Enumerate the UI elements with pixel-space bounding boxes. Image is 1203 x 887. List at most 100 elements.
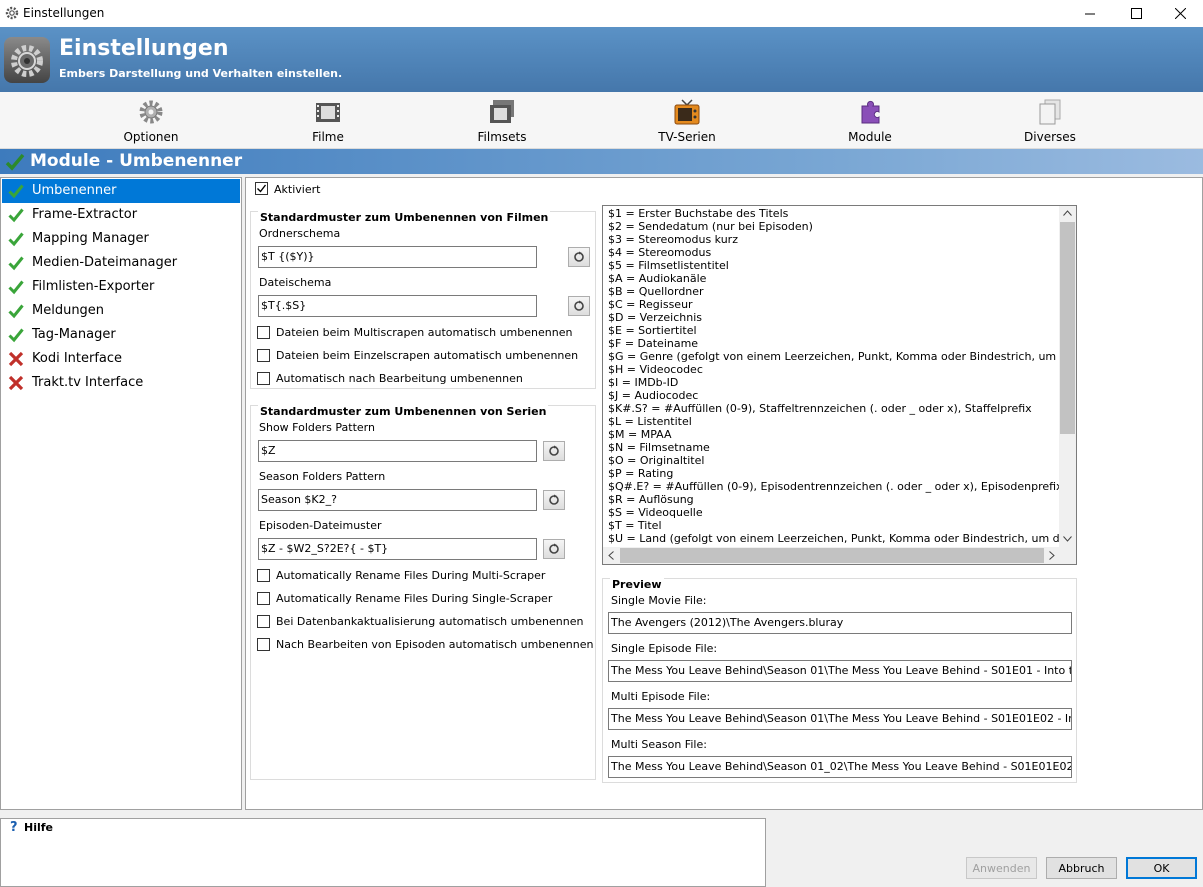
edit-rename-checkbox[interactable] <box>257 372 270 385</box>
checkmark-icon <box>8 232 24 247</box>
pattern-line: $1 = Erster Buchstabe des Titels <box>608 207 789 220</box>
enabled-checkbox[interactable] <box>255 182 268 195</box>
toolbar-label: Filme <box>312 130 344 144</box>
multiscrape-rename-checkbox[interactable] <box>257 326 270 339</box>
checkbox-label: Dateien beim Multiscrapen automatisch um… <box>276 326 573 339</box>
db-update-rename-checkbox[interactable] <box>257 615 270 628</box>
single-movie-preview: The Avengers (2012)\The Avengers.bluray <box>608 612 1072 634</box>
category-toolbar: Optionen Filme Filmsets TV-Serien Module… <box>0 92 1203 149</box>
toolbar-item-module[interactable]: Module <box>810 95 930 147</box>
close-icon <box>1174 8 1186 19</box>
minimize-button[interactable] <box>1067 0 1113 27</box>
toolbar-item-tv-serien[interactable]: TV-Serien <box>627 95 747 147</box>
chevron-right-icon <box>1049 551 1055 560</box>
singlescrape-rename-checkbox[interactable] <box>257 349 270 362</box>
tv-icon <box>674 99 700 125</box>
pattern-line: $H = Videocodec <box>608 363 703 376</box>
show-folders-input[interactable]: $Z <box>258 440 537 462</box>
toolbar-label: Diverses <box>1024 130 1076 144</box>
ok-button[interactable]: OK <box>1126 857 1197 879</box>
checkmark-icon <box>8 256 24 271</box>
sidebar-item-tag-manager[interactable]: Tag-Manager <box>2 323 240 347</box>
multi-episode-preview: The Mess You Leave Behind\Season 01\The … <box>608 708 1072 730</box>
pattern-line: $D = Verzeichnis <box>608 311 703 324</box>
cancel-button[interactable]: Abbruch <box>1046 857 1117 879</box>
pattern-line: $L = Listentitel <box>608 415 692 428</box>
sidebar-item-trakt-interface[interactable]: Trakt.tv Interface <box>2 371 240 395</box>
reset-show-folders-button[interactable] <box>543 441 565 461</box>
maximize-button[interactable] <box>1113 0 1159 27</box>
cross-icon <box>8 351 24 367</box>
help-icon: ? <box>10 820 18 835</box>
sidebar-item-label: Trakt.tv Interface <box>32 375 144 390</box>
toolbar-item-optionen[interactable]: Optionen <box>91 95 211 147</box>
puzzle-icon <box>861 100 880 124</box>
pattern-line: $S = Videoquelle <box>608 506 703 519</box>
multi-episode-label: Multi Episode File: <box>611 690 711 703</box>
checkmark-icon <box>8 208 24 223</box>
checkmark-icon <box>8 184 24 199</box>
reset-season-folders-button[interactable] <box>543 490 565 510</box>
single-episode-label: Single Episode File: <box>611 642 718 655</box>
toolbar-label: Optionen <box>123 130 179 144</box>
sidebar-item-medien-dateimanager[interactable]: Medien-Dateimanager <box>2 251 240 275</box>
episode-pattern-input[interactable]: $Z - $W2_S?2E?{ - $T} <box>258 538 537 560</box>
chevron-left-icon <box>608 551 614 560</box>
pattern-line: $G = Genre (gefolgt von einem Leerzeiche… <box>608 350 1077 363</box>
file-schema-input[interactable]: $T{.$S} <box>258 295 537 317</box>
checkmark-icon <box>8 280 24 295</box>
season-folders-label: Season Folders Pattern <box>259 470 386 483</box>
close-button[interactable] <box>1157 0 1203 27</box>
pattern-line: $R = Auflösung <box>608 493 694 506</box>
sidebar-item-mapping-manager[interactable]: Mapping Manager <box>2 227 240 251</box>
episode-edit-rename-checkbox[interactable] <box>257 638 270 651</box>
settings-panel: Aktiviert Standardmuster zum Umbenennen … <box>245 177 1203 810</box>
file-schema-label: Dateischema <box>259 276 332 289</box>
horizontal-scrollbar[interactable] <box>603 547 1076 564</box>
sidebar-item-meldungen[interactable]: Meldungen <box>2 299 240 323</box>
window-title: Einstellungen <box>23 6 105 20</box>
reset-icon <box>574 300 584 311</box>
toolbar-item-filmsets[interactable]: Filmsets <box>442 95 562 147</box>
sidebar-item-label: Umbenenner <box>32 183 117 198</box>
scrollbar-thumb[interactable] <box>620 548 1044 563</box>
folder-schema-input[interactable]: $T {($Y)} <box>258 246 537 268</box>
toolbar-label: Filmsets <box>477 130 527 144</box>
pattern-line: $2 = Sendedatum (nur bei Episoden) <box>608 220 813 233</box>
section-title: Module - Umbenenner <box>30 151 243 171</box>
section-header: Module - Umbenenner <box>0 149 1203 174</box>
reset-episode-pattern-button[interactable] <box>543 539 565 559</box>
pattern-line: $5 = Filmsetlistentitel <box>608 259 729 272</box>
toolbar-item-diverses[interactable]: Diverses <box>990 95 1110 147</box>
reset-folder-schema-button[interactable] <box>568 247 590 267</box>
season-folders-input[interactable]: Season $K2_? <box>258 489 537 511</box>
sidebar-item-kodi-interface[interactable]: Kodi Interface <box>2 347 240 371</box>
pattern-line: $B = Quellordner <box>608 285 704 298</box>
reset-file-schema-button[interactable] <box>568 296 590 316</box>
enabled-label: Aktiviert <box>274 183 321 196</box>
multi-season-preview: The Mess You Leave Behind\Season 01_02\T… <box>608 756 1072 778</box>
banner-title: Einstellungen <box>59 36 229 61</box>
documents-icon <box>1039 99 1061 125</box>
apply-button[interactable]: Anwenden <box>966 857 1037 879</box>
scrollbar-thumb[interactable] <box>1060 222 1075 434</box>
cross-icon <box>8 375 24 391</box>
episode-pattern-label: Episoden-Dateimuster <box>259 519 382 532</box>
vertical-scrollbar[interactable] <box>1059 206 1076 549</box>
series-pattern-group: Standardmuster zum Umbenennen von Serien… <box>250 405 596 780</box>
single-scraper-rename-checkbox[interactable] <box>257 592 270 605</box>
sidebar-item-umbenenner[interactable]: Umbenenner <box>2 179 240 203</box>
reset-icon <box>574 251 584 262</box>
chevron-up-icon <box>1063 210 1072 216</box>
sidebar-item-label: Tag-Manager <box>32 327 116 342</box>
multi-scraper-rename-checkbox[interactable] <box>257 569 270 582</box>
pattern-line: $3 = Stereomodus kurz <box>608 233 738 246</box>
toolbar-label: Module <box>848 130 892 144</box>
toolbar-item-filme[interactable]: Filme <box>268 95 388 147</box>
pattern-reference-list[interactable]: $1 = Erster Buchstabe des Titels $2 = Sen… <box>602 205 1077 565</box>
sidebar-item-filmlisten-exporter[interactable]: Filmlisten-Exporter <box>2 275 240 299</box>
sidebar-item-frame-extractor[interactable]: Frame-Extractor <box>2 203 240 227</box>
pattern-line: $A = Audiokanäle <box>608 272 707 285</box>
pattern-line: $M = MPAA <box>608 428 672 441</box>
banner-subtitle: Embers Darstellung und Verhalten einstel… <box>59 67 343 80</box>
